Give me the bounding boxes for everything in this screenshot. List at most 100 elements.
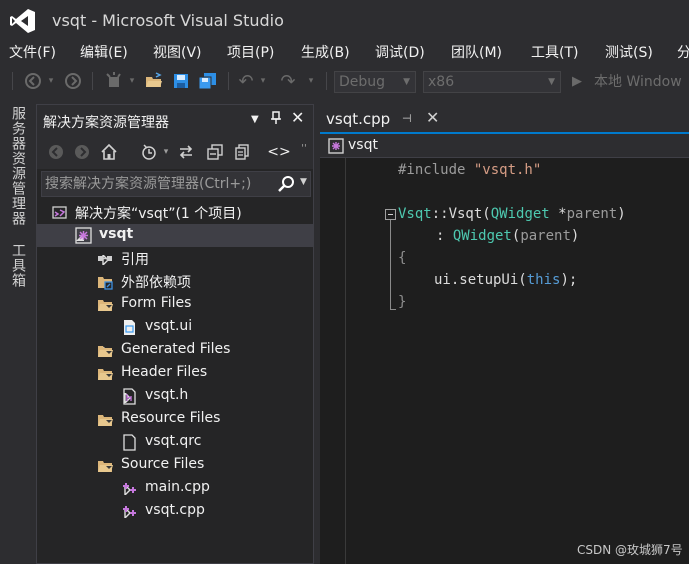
- redo-dropdown-icon[interactable]: ▾: [306, 71, 316, 91]
- include-string: "vsqt.h": [473, 162, 542, 178]
- pin-tab-icon[interactable]: ⊣: [402, 112, 412, 125]
- navigation-bar[interactable]: vsqt: [320, 134, 689, 158]
- visual-studio-logo-icon: [10, 9, 35, 33]
- save-icon[interactable]: [171, 71, 191, 91]
- window-position-dropdown-icon[interactable]: ▼: [251, 114, 259, 125]
- tree-item-label: Generated Files: [121, 341, 231, 357]
- menu-edit[interactable]: 编辑(E): [80, 42, 128, 62]
- fold-guide-end: [390, 309, 396, 310]
- pending-changes-filter-icon[interactable]: [140, 143, 158, 161]
- tree-item[interactable]: 引用: [37, 247, 313, 270]
- watermark: CSDN @玫城狮7号: [577, 543, 683, 557]
- tree-item[interactable]: Header Files: [37, 362, 313, 385]
- tree-item[interactable]: vsqt.h: [37, 385, 313, 408]
- tree-item-label: vsqt.ui: [145, 318, 193, 334]
- tab-vsqt-cpp[interactable]: vsqt.cpp ⊣ ✕: [320, 106, 444, 132]
- view-code-icon[interactable]: <>: [267, 143, 290, 161]
- open-folder-icon[interactable]: [144, 71, 164, 91]
- menu-analyze[interactable]: 分: [677, 42, 689, 62]
- tree-item[interactable]: vsqt.ui: [37, 316, 313, 339]
- back-dropdown-icon[interactable]: ▾: [46, 71, 56, 91]
- tree-item[interactable]: Resource Files: [37, 408, 313, 431]
- close-icon[interactable]: ✕: [291, 108, 304, 127]
- filter-dropdown-icon[interactable]: ▾: [157, 143, 175, 161]
- undo-dropdown-icon[interactable]: ▾: [258, 71, 268, 91]
- tree-item-label: 引用: [121, 252, 149, 268]
- new-project-icon[interactable]: [104, 71, 124, 91]
- solution-explorer-panel: 解决方案资源管理器 ▼ ✕ ▾ <> '' 搜索解决方案资源管理器(Ctrl+;…: [36, 104, 314, 564]
- filter-folder-icon: [97, 457, 114, 474]
- param-type: QWidget: [490, 206, 550, 222]
- tree-item[interactable]: 外部依赖项: [37, 270, 313, 293]
- menu-test[interactable]: 测试(S): [605, 42, 653, 62]
- editor-margin: [345, 158, 346, 564]
- tree-item-label: Header Files: [121, 364, 208, 380]
- show-all-files-icon[interactable]: [233, 143, 251, 161]
- fold-toggle-icon[interactable]: [385, 209, 396, 220]
- menu-debug[interactable]: 调试(D): [375, 42, 425, 62]
- home-icon[interactable]: [100, 143, 118, 161]
- tree-item[interactable]: Generated Files: [37, 339, 313, 362]
- back-icon[interactable]: [47, 143, 65, 161]
- solution-explorer-toolbar: ▾ <> '': [37, 135, 313, 169]
- search-icon[interactable]: [278, 175, 296, 193]
- menu-build[interactable]: 生成(B): [301, 42, 350, 62]
- toolbox-tab[interactable]: 工具箱: [8, 243, 28, 288]
- solution-explorer-header: 解决方案资源管理器 ▼ ✕: [37, 105, 313, 135]
- chevron-down-icon: ▼: [403, 77, 410, 87]
- tree-item[interactable]: vsqt: [37, 224, 313, 247]
- solution-search-box[interactable]: ▼: [41, 171, 311, 197]
- pin-icon[interactable]: [270, 111, 282, 129]
- menu-file[interactable]: 文件(F): [9, 42, 56, 62]
- platform-value: x86: [428, 74, 455, 90]
- sync-with-document-icon[interactable]: [177, 143, 195, 161]
- toolbar-overflow-icon[interactable]: '': [295, 139, 313, 157]
- tree-item-label: main.cpp: [145, 479, 210, 495]
- start-debugging-label[interactable]: 本地 Window: [594, 71, 682, 91]
- open-paren: (: [482, 206, 491, 222]
- start-debugging-icon[interactable]: ▶: [570, 71, 584, 91]
- code-editor[interactable]: #include "vsqt.h" Vsqt::Vsqt(QWidget *pa…: [320, 158, 689, 564]
- configuration-value: Debug: [339, 74, 386, 90]
- initializer-colon: :: [436, 228, 453, 244]
- qt-project-icon: [328, 138, 344, 154]
- redo-icon[interactable]: ↷: [278, 71, 298, 92]
- back-icon[interactable]: [24, 71, 42, 91]
- menu-project[interactable]: 项目(P): [227, 42, 274, 62]
- tree-item[interactable]: 解决方案“vsqt”(1 个项目): [37, 201, 313, 224]
- search-options-dropdown-icon[interactable]: ▼: [300, 177, 307, 187]
- forward-icon[interactable]: [73, 143, 91, 161]
- tree-item[interactable]: main.cpp: [37, 477, 313, 500]
- server-explorer-tab[interactable]: 服务器资源管理器: [8, 106, 28, 226]
- new-dropdown-icon[interactable]: ▾: [127, 71, 137, 91]
- menu-team[interactable]: 团队(M): [451, 42, 502, 62]
- solution-platform-select[interactable]: x86 ▼: [423, 71, 561, 93]
- solution-explorer-title: 解决方案资源管理器: [43, 115, 169, 131]
- tree-item-label: vsqt.qrc: [145, 433, 202, 449]
- tree-item-label: vsqt.h: [145, 387, 189, 403]
- include-directive: #include: [398, 162, 474, 178]
- forward-icon[interactable]: [64, 71, 82, 91]
- tree-item[interactable]: vsqt.qrc: [37, 431, 313, 454]
- collapse-all-icon[interactable]: [206, 143, 224, 161]
- toolbar-separator: [92, 72, 93, 90]
- chevron-down-icon: ▼: [548, 77, 555, 87]
- header-file-icon: [121, 388, 138, 405]
- method-call: ui.setupUi(: [434, 272, 527, 288]
- constructor-name: Vsqt: [448, 206, 483, 222]
- menu-tools[interactable]: 工具(T): [531, 42, 578, 62]
- tree-item[interactable]: Form Files: [37, 293, 313, 316]
- project-scope-label: vsqt: [348, 137, 378, 153]
- save-all-icon[interactable]: [197, 71, 219, 91]
- filter-folder-icon: [97, 296, 114, 313]
- param-name: parent: [566, 206, 618, 222]
- close-tab-icon[interactable]: ✕: [426, 108, 439, 127]
- menu-view[interactable]: 视图(V): [153, 42, 202, 62]
- toolbar-separator: [326, 72, 327, 90]
- solution-configuration-select[interactable]: Debug ▼: [334, 71, 416, 93]
- toolbar-separator: [228, 72, 229, 90]
- tree-item[interactable]: vsqt.cpp: [37, 500, 313, 523]
- undo-icon[interactable]: ↶: [236, 71, 256, 92]
- tree-item[interactable]: Source Files: [37, 454, 313, 477]
- solution-search-input[interactable]: [45, 174, 273, 194]
